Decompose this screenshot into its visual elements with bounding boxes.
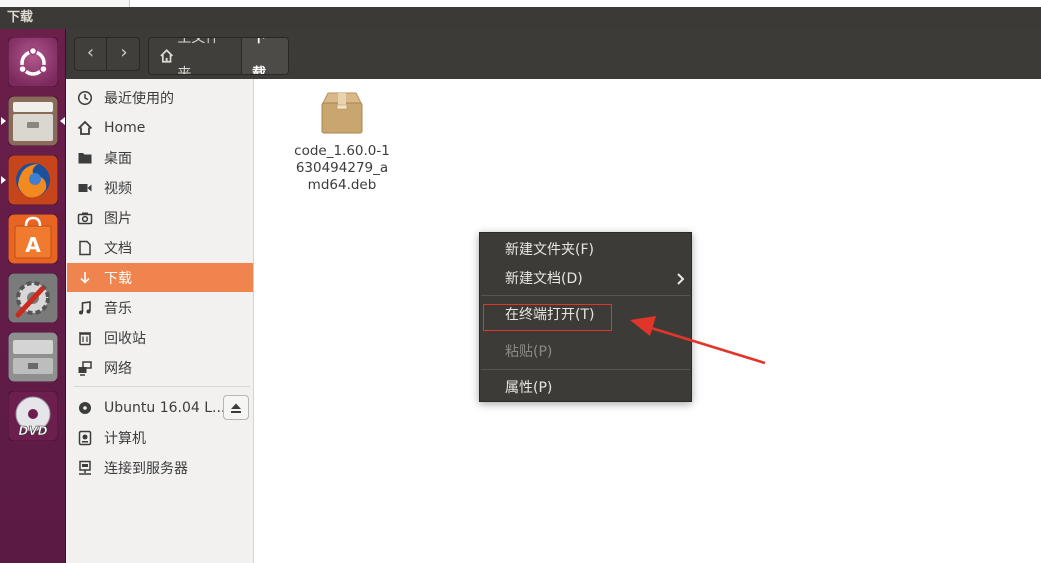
clock-icon bbox=[76, 89, 94, 107]
menu-separator bbox=[481, 295, 690, 296]
sidebar-item-network[interactable]: 网络 bbox=[67, 353, 253, 382]
sidebar: 最近使用的 Home 桌面 视频 图片 文档 下载 音乐 回收站 网络 Ubun… bbox=[66, 79, 254, 563]
sidebar-device-ubuntu-disc[interactable]: Ubuntu 16.04 L... bbox=[67, 393, 253, 422]
drive-icon bbox=[8, 332, 58, 382]
download-icon bbox=[76, 269, 94, 287]
sidebar-item-home[interactable]: Home bbox=[67, 113, 253, 142]
sidebar-item-videos[interactable]: 视频 bbox=[67, 173, 253, 202]
file-item[interactable]: code_1.60.0-1630494279_amd64.deb bbox=[290, 91, 394, 194]
sidebar-item-pictures[interactable]: 图片 bbox=[67, 203, 253, 232]
home-icon bbox=[160, 49, 174, 63]
sidebar-item-desktop[interactable]: 桌面 bbox=[67, 143, 253, 172]
launcher-files[interactable] bbox=[8, 96, 58, 146]
sidebar-item-label: 回收站 bbox=[104, 330, 146, 347]
menu-item-new-folder[interactable]: 新建文件夹(F) bbox=[480, 235, 691, 265]
launcher-dvd[interactable]: DVD bbox=[8, 391, 58, 441]
sidebar-item-recent[interactable]: 最近使用的 bbox=[67, 83, 253, 112]
eject-button[interactable] bbox=[223, 395, 249, 420]
back-button[interactable]: ‹ bbox=[75, 38, 107, 70]
dvd-icon: DVD bbox=[8, 391, 58, 441]
settings-gear-icon bbox=[8, 273, 58, 323]
sidebar-item-music[interactable]: 音乐 bbox=[67, 293, 253, 322]
annotation-arrow-icon bbox=[630, 316, 766, 365]
home-icon bbox=[76, 119, 94, 137]
camera-icon bbox=[76, 209, 94, 227]
disc-icon bbox=[76, 399, 94, 417]
breadcrumb: 主文件夹 下载 bbox=[148, 37, 289, 75]
chevron-right-icon bbox=[677, 273, 685, 285]
running-indicator bbox=[1, 117, 6, 125]
launcher: A DVD bbox=[0, 29, 66, 563]
top-strip bbox=[0, 0, 1041, 7]
network-icon bbox=[76, 359, 94, 377]
sidebar-item-label: 下载 bbox=[104, 270, 132, 287]
firefox-icon bbox=[8, 155, 58, 205]
sidebar-item-label: Ubuntu 16.04 L... bbox=[104, 399, 226, 416]
sidebar-item-label: 连接到服务器 bbox=[104, 460, 188, 477]
sidebar-item-label: 计算机 bbox=[104, 430, 146, 447]
sidebar-connect-server[interactable]: 连接到服务器 bbox=[67, 453, 253, 482]
eject-icon bbox=[231, 403, 241, 413]
folder-icon bbox=[76, 149, 94, 167]
forward-button[interactable]: › bbox=[108, 38, 140, 70]
sidebar-item-label: 最近使用的 bbox=[104, 90, 174, 107]
file-name: code_1.60.0-1630494279_amd64.deb bbox=[294, 143, 390, 193]
music-icon bbox=[76, 299, 94, 317]
document-icon bbox=[76, 239, 94, 257]
sidebar-item-documents[interactable]: 文档 bbox=[67, 233, 253, 262]
sidebar-item-downloads[interactable]: 下载 bbox=[67, 263, 253, 292]
shopping-bag-icon: A bbox=[8, 214, 58, 264]
launcher-disks[interactable] bbox=[8, 332, 58, 382]
launcher-dash[interactable] bbox=[8, 37, 58, 87]
package-icon bbox=[319, 91, 365, 135]
sidebar-item-trash[interactable]: 回收站 bbox=[67, 323, 253, 352]
sidebar-item-label: 音乐 bbox=[104, 300, 132, 317]
video-icon bbox=[76, 179, 94, 197]
toolbar: ‹ › 主文件夹 下载 bbox=[66, 29, 1041, 79]
computer-icon bbox=[76, 429, 94, 447]
sidebar-device-computer[interactable]: 计算机 bbox=[67, 423, 253, 452]
file-cabinet-icon bbox=[8, 96, 58, 146]
ubuntu-logo-icon bbox=[8, 37, 58, 87]
trash-icon bbox=[76, 329, 94, 347]
launcher-system-settings[interactable] bbox=[8, 273, 58, 323]
svg-text:A: A bbox=[25, 233, 41, 257]
menu-item-label: 新建文档(D) bbox=[505, 271, 583, 287]
breadcrumb-current[interactable]: 下载 bbox=[242, 38, 288, 74]
window-title: 下载 bbox=[0, 7, 1041, 29]
navigation-buttons: ‹ › bbox=[74, 37, 140, 71]
sidebar-item-label: 文档 bbox=[104, 240, 132, 257]
breadcrumb-home[interactable]: 主文件夹 bbox=[149, 38, 242, 74]
breadcrumb-home-label: 主文件夹 bbox=[177, 37, 220, 75]
sidebar-divider bbox=[74, 386, 250, 387]
sidebar-item-label: Home bbox=[104, 119, 146, 136]
server-icon bbox=[76, 459, 94, 477]
svg-text:DVD: DVD bbox=[18, 424, 47, 438]
launcher-software-center[interactable]: A bbox=[8, 214, 58, 264]
tab-strip bbox=[0, 0, 130, 7]
menu-item-properties[interactable]: 属性(P) bbox=[480, 373, 691, 403]
launcher-firefox[interactable] bbox=[8, 155, 58, 205]
sidebar-item-label: 图片 bbox=[104, 210, 132, 227]
sidebar-item-label: 网络 bbox=[104, 360, 132, 377]
running-indicator bbox=[1, 176, 6, 184]
menu-item-new-document[interactable]: 新建文档(D) bbox=[480, 264, 691, 294]
sidebar-item-label: 桌面 bbox=[104, 150, 132, 167]
sidebar-item-label: 视频 bbox=[104, 180, 132, 197]
focus-indicator bbox=[60, 117, 65, 125]
